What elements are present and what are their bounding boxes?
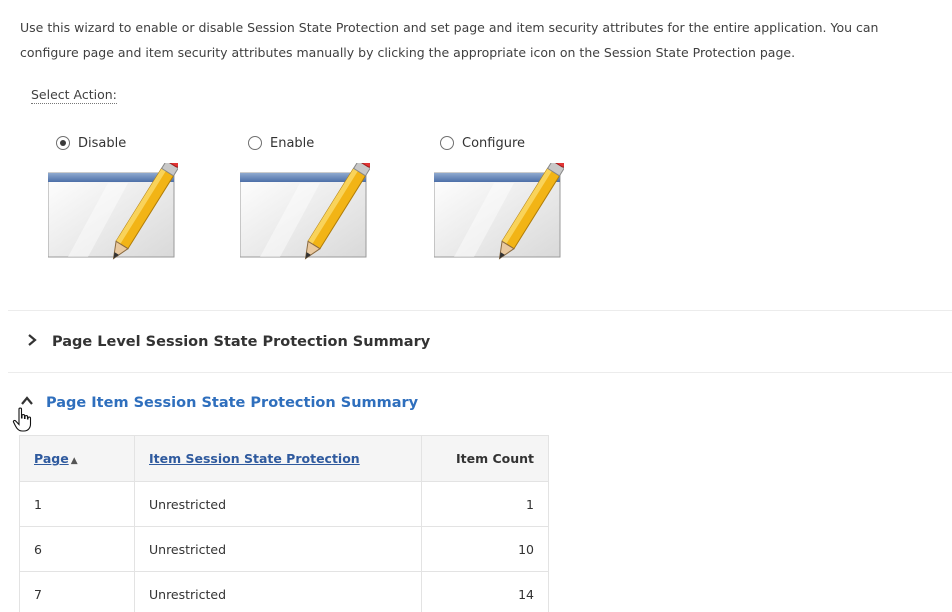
sort-ascending-icon: ▲ [70, 456, 78, 466]
divider [8, 310, 952, 311]
count-cell: 1 [421, 481, 549, 527]
table-header-row: Page ▲ Item Session State Protection Item… [19, 435, 549, 482]
session-state-protection-page: Use this wizard to enable or disable Ses… [0, 0, 952, 612]
protection-sort-link[interactable]: Item Session State Protection [149, 451, 360, 466]
table-row: 7 Unrestricted 14 [19, 571, 549, 612]
count-cell: 14 [421, 571, 549, 612]
protection-cell: Unrestricted [134, 526, 422, 572]
enable-edit-icon[interactable] [239, 152, 375, 263]
page-column-header[interactable]: Page ▲ [19, 435, 135, 482]
protection-cell: Unrestricted [134, 481, 422, 527]
configure-edit-icon[interactable] [433, 152, 569, 263]
item-protection-table: Page ▲ Item Session State Protection Item… [19, 435, 549, 612]
instructions-line-1: Use this wizard to enable or disable Ses… [20, 20, 879, 35]
radio-enable[interactable] [248, 136, 262, 150]
action-option-disable[interactable]: Disable [47, 133, 183, 260]
page-cell: 1 [19, 481, 135, 527]
count-cell: 10 [421, 526, 549, 572]
page-sort-link[interactable]: Page [34, 451, 69, 466]
action-option-configure[interactable]: Configure [433, 133, 569, 260]
page-level-region-toggle[interactable]: Page Level Session State Protection Summ… [26, 333, 430, 351]
wizard-instructions: Use this wizard to enable or disable Ses… [20, 15, 952, 65]
instructions-line-2: configure page and item security attribu… [20, 45, 796, 60]
radio-label-configure: Configure [462, 135, 526, 151]
table-row: 1 Unrestricted 1 [19, 481, 549, 527]
table-row: 6 Unrestricted 10 [19, 526, 549, 572]
select-action-label: Select Action: [31, 87, 117, 104]
hand-pointer-icon [12, 407, 34, 433]
radio-label-disable: Disable [78, 135, 127, 151]
page-item-region-title: Page Item Session State Protection Summa… [46, 395, 419, 411]
protection-cell: Unrestricted [134, 571, 422, 612]
divider [8, 372, 952, 373]
page-level-region-title: Page Level Session State Protection Summ… [52, 334, 431, 350]
count-column-header: Item Count [421, 435, 549, 482]
radio-disable[interactable] [56, 136, 70, 150]
radio-label-enable: Enable [270, 135, 315, 151]
page-cell: 7 [19, 571, 135, 612]
radio-configure[interactable] [440, 136, 454, 150]
protection-column-header[interactable]: Item Session State Protection [134, 435, 422, 482]
page-cell: 6 [19, 526, 135, 572]
chevron-right-icon [26, 333, 42, 351]
page-item-region-toggle[interactable]: Page Item Session State Protection Summa… [20, 395, 418, 411]
disable-edit-icon[interactable] [47, 152, 183, 263]
action-option-enable[interactable]: Enable [239, 133, 375, 260]
